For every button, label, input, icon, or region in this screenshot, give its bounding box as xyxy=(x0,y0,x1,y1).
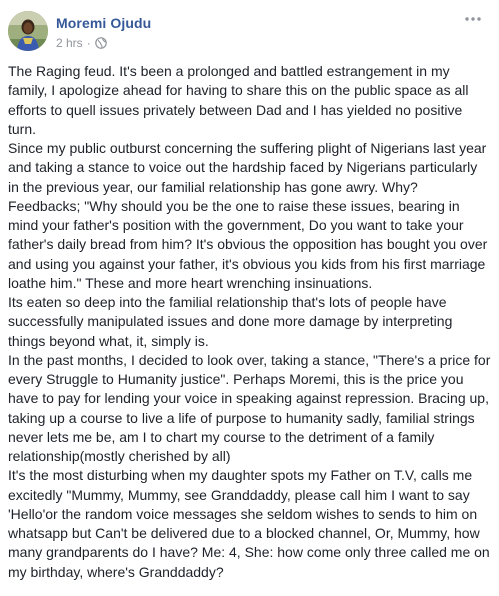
post-meta: 2 hrs · xyxy=(56,36,107,50)
facebook-post: Moremi Ojudu 2 hrs · The Raging feud. It… xyxy=(0,0,499,596)
avatar[interactable] xyxy=(8,11,48,51)
meta-separator: · xyxy=(86,36,91,50)
post-paragraph: The Raging feud. It's been a prolonged a… xyxy=(8,63,469,137)
post-header: Moremi Ojudu 2 hrs · xyxy=(8,11,491,55)
author-name-link[interactable]: Moremi Ojudu xyxy=(56,15,151,31)
more-options-icon[interactable] xyxy=(463,11,483,27)
post-timestamp[interactable]: 2 hrs xyxy=(56,36,83,50)
globe-icon[interactable] xyxy=(94,37,107,49)
avatar-image xyxy=(8,11,48,51)
post-paragraph: It's the most disturbing when my daughte… xyxy=(8,467,490,580)
post-body: The Raging feud. It's been a prolonged a… xyxy=(8,62,492,582)
post-paragraph: Its eaten so deep into the familial rela… xyxy=(8,294,453,349)
post-paragraph: Since my public outburst concerning the … xyxy=(8,140,488,291)
post-paragraph: In the past months, I decided to look ov… xyxy=(8,351,491,464)
